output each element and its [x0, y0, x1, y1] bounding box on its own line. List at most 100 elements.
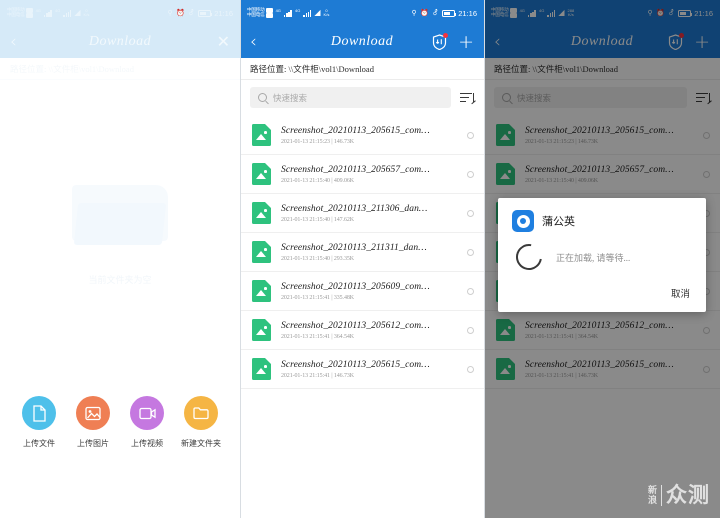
file-name-ellipsis: …: [421, 164, 430, 175]
image-icon: [76, 396, 110, 430]
file-select-checkbox[interactable]: [467, 287, 474, 295]
status-clock: 21:16: [214, 8, 233, 18]
search-row: 快速搜索: [240, 80, 484, 116]
file-size: 409.06K: [333, 177, 354, 184]
quick-action-upload-file[interactable]: 上传文件: [14, 396, 64, 449]
file-date: 2021-01-13 21:15:40: [281, 255, 330, 262]
file-date-size: 2021-01-13 21:15:41 | 146.73K: [281, 373, 457, 379]
file-row[interactable]: Screenshot_20210113_205615_com… 2021-01-1…: [240, 116, 484, 155]
image-file-icon: [252, 124, 271, 146]
file-select-checkbox[interactable]: [467, 326, 474, 334]
file-meta: Screenshot_20210113_211311_dan… 2021-01-1…: [281, 243, 457, 262]
page-title: Download: [88, 34, 152, 49]
alarm-icon: ⏰: [176, 10, 185, 17]
back-button[interactable]: ‹: [250, 33, 257, 51]
cancel-button[interactable]: 取消: [671, 286, 690, 300]
file-size: 364.54K: [333, 333, 354, 340]
quick-action-bar: 上传文件 上传图片 上传视频 新建文件夹: [0, 396, 240, 449]
file-name: Screenshot_20210113_205609_com: [281, 281, 422, 292]
screenshot-stage: 中国移动 中国电信 4G 4G ◢ 0 K/s ⚲ ⏰ ⚦ 21:16 ‹ Do…: [0, 0, 720, 518]
file-list: Screenshot_20210113_205615_com… 2021-01-1…: [240, 116, 484, 389]
file-date-size: 2021-01-13 21:15:41 | 335.48K: [281, 295, 457, 301]
app-bar-actions: ✕: [217, 34, 230, 50]
file-name-row: Screenshot_20210113_205615_com…: [281, 126, 457, 136]
file-date: 2021-01-13 21:15:40: [281, 177, 330, 184]
alarm-icon: ⏰: [420, 10, 429, 17]
file-select-checkbox[interactable]: [467, 170, 474, 178]
network-speed-unit: K/s: [83, 12, 90, 17]
quick-action-new-folder[interactable]: 新建文件夹: [176, 396, 226, 449]
file-select-checkbox[interactable]: [467, 365, 474, 373]
file-name-ellipsis: …: [421, 359, 430, 370]
file-name-ellipsis: …: [421, 281, 430, 292]
image-file-icon: [252, 280, 271, 302]
file-size: 147.62K: [333, 216, 354, 223]
battery-icon: [441, 9, 456, 17]
loading-spinner-icon: [510, 238, 548, 276]
file-date-size: 2021-01-13 21:15:40 | 147.62K: [281, 217, 457, 223]
sim-2-icon: [265, 13, 273, 18]
quick-action-label: 新建文件夹: [181, 439, 221, 448]
search-input[interactable]: 快速搜索: [250, 87, 451, 108]
file-name-ellipsis: …: [418, 203, 428, 214]
quick-action-upload-video[interactable]: 上传视频: [122, 396, 172, 449]
sim-2-network-label: 4G: [294, 8, 301, 13]
panel-right-loading-dialog: 中国移动 中国电信 4G 4G ◢ 288 K/s ⚲ ⏰ ⚦ 21:16 ‹ …: [484, 0, 720, 518]
signal-2-icon: [303, 9, 312, 17]
file-row[interactable]: Screenshot_20210113_211306_dan… 2021-01-1…: [240, 194, 484, 233]
watermark-zhongce: 众测: [661, 485, 710, 506]
wifi-icon: ◢: [314, 8, 321, 17]
file-meta: Screenshot_20210113_205615_com… 2021-01-1…: [281, 360, 457, 379]
notification-badge-dot: [443, 33, 449, 38]
quick-action-label: 上传图片: [77, 439, 109, 448]
quick-action-upload-image[interactable]: 上传图片: [68, 396, 118, 449]
plus-icon[interactable]: +: [458, 32, 474, 52]
empty-folder-illustration: [72, 184, 168, 247]
status-bar: 中国移动 中国电信 4G 4G ◢ 0 K/s ⚲ ⏰ ⚦ 21:16: [0, 0, 240, 26]
network-speed-unit: K/s: [323, 12, 330, 17]
file-row[interactable]: Screenshot_20210113_205615_com… 2021-01-1…: [240, 350, 484, 389]
file-date: 2021-01-13 21:15:23: [281, 138, 330, 145]
network-speed: 0 K/s: [83, 8, 90, 17]
panel-divider-2: [484, 0, 485, 518]
file-name-ellipsis: …: [421, 320, 430, 331]
file-row[interactable]: Screenshot_20210113_205657_com… 2021-01-1…: [240, 155, 484, 194]
panel-divider-1: [240, 0, 241, 518]
shield-download-icon[interactable]: [432, 33, 449, 50]
empty-state: 当前文件夹为空: [0, 80, 240, 390]
file-meta: Screenshot_20210113_205657_com… 2021-01-1…: [281, 165, 457, 184]
watermark: 新 浪 众测: [648, 485, 710, 506]
file-name-row: Screenshot_20210113_211306_dan…: [281, 204, 457, 214]
file-size: 293.35K: [333, 255, 354, 262]
file-row[interactable]: Screenshot_20210113_205612_com… 2021-01-1…: [240, 311, 484, 350]
file-date: 2021-01-13 21:15:40: [281, 216, 330, 223]
file-row[interactable]: Screenshot_20210113_211311_dan… 2021-01-1…: [240, 233, 484, 272]
file-row[interactable]: Screenshot_20210113_205609_com… 2021-01-1…: [240, 272, 484, 311]
file-name: Screenshot_20210113_205615_com: [281, 125, 422, 136]
loading-dialog: 蒲公英 正在加载, 请等待... 取消: [498, 198, 706, 312]
file-name: Screenshot_20210113_205615_com: [281, 359, 422, 370]
file-date: 2021-01-13 21:15:41: [281, 294, 330, 301]
search-icon: [258, 93, 267, 102]
file-select-checkbox[interactable]: [467, 131, 474, 139]
app-bar: ‹ Download +: [240, 26, 484, 58]
file-name-row: Screenshot_20210113_205612_com…: [281, 321, 457, 331]
bluetooth-icon: ⚦: [188, 10, 195, 17]
pgyer-logo-icon: [512, 210, 534, 232]
search-placeholder: 快速搜索: [273, 92, 308, 103]
quick-action-label: 上传文件: [23, 439, 55, 448]
dialog-message: 正在加载, 请等待...: [556, 252, 631, 263]
path-text: 路径位置: \\文件柜\vol1\Download: [10, 63, 134, 74]
wifi-icon: ◢: [74, 8, 81, 17]
file-name-ellipsis: …: [418, 242, 427, 253]
file-name: Screenshot_20210113_205612_com: [281, 320, 422, 331]
image-file-icon: [252, 319, 271, 341]
file-date: 2021-01-13 21:15:41: [281, 333, 330, 340]
sort-descending-icon[interactable]: [460, 92, 474, 104]
signal-1-icon: [43, 9, 52, 17]
file-meta: Screenshot_20210113_205615_com… 2021-01-1…: [281, 126, 457, 145]
file-select-checkbox[interactable]: [467, 248, 474, 256]
back-button[interactable]: ‹: [10, 33, 17, 51]
close-icon[interactable]: ✕: [217, 34, 230, 50]
file-select-checkbox[interactable]: [467, 209, 474, 217]
